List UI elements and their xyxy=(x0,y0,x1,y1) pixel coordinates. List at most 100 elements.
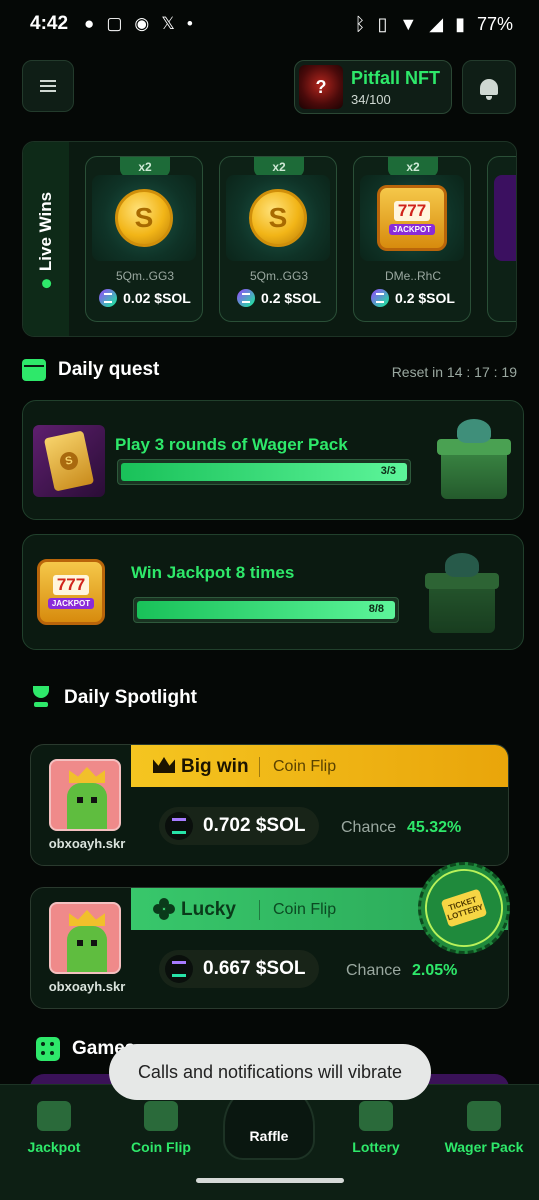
wifi-icon: ▼ xyxy=(399,13,418,34)
nft-title: Pitfall NFT xyxy=(351,67,440,88)
chance-label: Chance xyxy=(341,819,397,836)
system-toast: Calls and notifications will vibrate xyxy=(109,1044,431,1100)
spotlight-amount: 0.667 $SOL xyxy=(203,958,306,979)
chance-value: 2.05% xyxy=(412,962,458,979)
daily-quest-heading: Daily quest xyxy=(22,359,159,381)
gift-reward-icon[interactable] xyxy=(437,417,511,501)
clover-icon xyxy=(153,898,175,920)
nav-lottery[interactable]: Lottery xyxy=(328,1101,424,1155)
coins-icon xyxy=(144,1101,178,1131)
hamburger-icon xyxy=(40,80,56,92)
quest-progress-fill xyxy=(121,463,407,481)
win-amount: 0.2 $SOL xyxy=(261,290,321,306)
spotlight-amount-pill: 0.702 $SOL xyxy=(159,807,320,845)
daily-spotlight-title: Daily Spotlight xyxy=(64,687,197,708)
win-art: S xyxy=(226,175,330,261)
spotlight-user: obxoayh.skr xyxy=(48,836,126,851)
vibrate-icon: ▯ xyxy=(377,13,388,34)
quest-title: Win Jackpot 8 times xyxy=(131,563,295,582)
nft-pill[interactable]: ? Pitfall NFT 34/100 xyxy=(294,60,452,114)
live-win-card-partial[interactable] xyxy=(487,156,516,322)
notifications-button[interactable] xyxy=(462,60,516,114)
bell-icon xyxy=(480,79,498,100)
live-win-card[interactable]: x2 777 JACKPOT DMe..RhC 0.2 $SOL xyxy=(353,156,471,322)
spotlight-amount: 0.702 $SOL xyxy=(203,815,306,836)
coin-icon: S xyxy=(249,189,307,247)
quest-progress-text: 8/8 xyxy=(368,603,384,615)
avatar xyxy=(49,759,121,831)
nft-thumbnail: ? xyxy=(299,65,343,109)
quest-progress-bar: 3/3 xyxy=(117,459,411,485)
sol-icon xyxy=(237,289,256,307)
spotlight-game: Coin Flip xyxy=(273,758,337,775)
win-multiplier: x2 xyxy=(254,157,304,177)
live-wins-panel: Live Wins x2 S 5Qm..GG3 0.02 $SOL x2 S 5… xyxy=(22,141,517,337)
nav-label: Raffle xyxy=(249,1128,289,1144)
slot-machine-icon: 777 JACKPOT xyxy=(377,185,447,251)
spotlight-badge: Big win xyxy=(181,756,249,777)
quest-progress-bar: 8/8 xyxy=(133,597,399,623)
more-dot-icon: • xyxy=(186,14,193,33)
nav-label: Coin Flip xyxy=(131,1139,191,1155)
nav-label: Lottery xyxy=(352,1139,400,1155)
sol-icon xyxy=(99,289,118,307)
wager-pack-thumbnail: S xyxy=(33,425,105,497)
sol-icon xyxy=(165,955,193,983)
spotlight-banner: Big win Coin Flip xyxy=(131,745,508,787)
win-amount: 0.2 $SOL xyxy=(395,290,455,306)
quest-progress-fill xyxy=(137,601,395,619)
dice-icon xyxy=(36,1037,60,1061)
battery-percent: 77% xyxy=(476,13,513,34)
avatar xyxy=(49,902,121,974)
quest-progress-text: 3/3 xyxy=(380,465,396,477)
status-bar: 4:42 ● ▢ ◉ 𝕏 • ᛒ ▯ ▼ ◢ ▮ 77% xyxy=(0,0,539,48)
win-user: 5Qm..GG3 xyxy=(115,269,174,283)
jackpot-icon xyxy=(37,1101,71,1131)
jackpot-thumbnail: 777 JACKPOT xyxy=(37,559,109,631)
live-win-card[interactable]: x2 S 5Qm..GG3 0.2 $SOL xyxy=(219,156,337,322)
sol-icon xyxy=(371,289,390,307)
win-multiplier: x2 xyxy=(120,157,170,177)
spotlight-user: obxoayh.skr xyxy=(48,979,126,994)
home-indicator[interactable] xyxy=(196,1178,344,1183)
win-art: S xyxy=(92,175,196,261)
daily-spotlight-heading: Daily Spotlight xyxy=(30,686,197,710)
message-icon: ▢ xyxy=(106,14,123,33)
win-multiplier: x2 xyxy=(388,157,438,177)
quest-reset-timer: Reset in 14 : 17 : 19 xyxy=(391,364,517,380)
gift-reward-icon[interactable] xyxy=(425,551,499,635)
nav-wager-pack[interactable]: Wager Pack xyxy=(436,1101,532,1155)
live-dot-icon xyxy=(41,279,51,289)
battery-icon: ▮ xyxy=(455,13,465,34)
crown-icon xyxy=(153,757,175,773)
trophy-icon xyxy=(30,686,52,710)
nft-count: 34/100 xyxy=(351,91,391,107)
spotlight-amount-pill: 0.667 $SOL xyxy=(159,950,320,988)
win-art: 777 JACKPOT xyxy=(360,175,464,261)
lottery-ball-icon xyxy=(359,1101,393,1131)
quest-title: Play 3 rounds of Wager Pack xyxy=(115,435,348,454)
record-icon: ◉ xyxy=(134,14,150,33)
win-art xyxy=(494,175,516,261)
nav-jackpot[interactable]: Jackpot xyxy=(6,1101,102,1155)
nav-label: Wager Pack xyxy=(444,1139,524,1155)
chance-label: Chance xyxy=(346,962,402,979)
status-time: 4:42 xyxy=(30,13,69,34)
menu-button[interactable] xyxy=(22,60,74,112)
win-user: DMe..RhC xyxy=(384,269,441,283)
live-wins-tab: Live Wins xyxy=(23,142,69,336)
mystery-icon: ? xyxy=(315,76,327,97)
spotlight-card-big-win[interactable]: obxoayh.skr Big win Coin Flip 0.702 $SOL… xyxy=(30,744,509,866)
signal-icon: ◢ xyxy=(429,13,444,34)
quest-card[interactable]: S Play 3 rounds of Wager Pack 3/3 xyxy=(22,400,524,520)
win-user: 5Qm..GG3 xyxy=(249,269,308,283)
calendar-icon xyxy=(22,359,46,381)
chance-value: 45.32% xyxy=(407,819,462,836)
wager-pack-icon xyxy=(467,1101,501,1131)
spotlight-game: Coin Flip xyxy=(273,901,337,918)
quest-card[interactable]: 777 JACKPOT Win Jackpot 8 times 8/8 xyxy=(22,534,524,650)
live-win-card[interactable]: x2 S 5Qm..GG3 0.02 $SOL xyxy=(85,156,203,322)
system-icons: ᛒ ▯ ▼ ◢ ▮ 77% xyxy=(355,14,513,35)
nav-coin-flip[interactable]: Coin Flip xyxy=(113,1101,209,1155)
bluetooth-icon: ᛒ xyxy=(354,13,366,34)
